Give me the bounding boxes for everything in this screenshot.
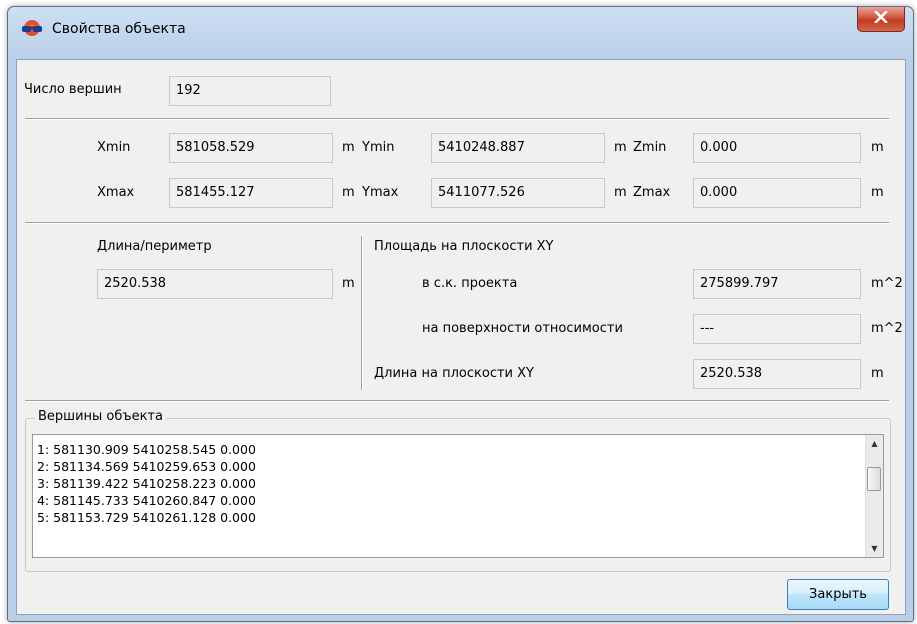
xmax-field[interactable]: 581455.127 (169, 178, 333, 208)
separator-middle (25, 222, 889, 224)
length-unit: m (342, 276, 355, 291)
vertex-count-field[interactable]: 192 (169, 76, 331, 106)
vertex-count-label: Число вершин (24, 82, 122, 97)
zmin-field[interactable]: 0.000 (693, 133, 861, 163)
ymin-unit: m (614, 140, 627, 155)
xmax-label: Xmax (97, 185, 135, 200)
vertices-list-content: 1: 581130.909 5410258.545 0.000 2: 58113… (37, 441, 256, 526)
ymax-field[interactable]: 5411077.526 (431, 178, 605, 208)
globe-glasses-icon (21, 19, 43, 37)
xy-length-field[interactable]: 2520.538 (693, 359, 861, 389)
length-label: Длина/периметр (97, 239, 212, 254)
vertices-list[interactable]: 1: 581130.909 5410258.545 0.000 2: 58113… (32, 434, 884, 558)
xmin-unit: m (342, 140, 355, 155)
scroll-thumb[interactable] (867, 467, 881, 491)
separator-top (25, 118, 889, 120)
ymin-label: Ymin (362, 140, 395, 155)
xmax-unit: m (342, 185, 355, 200)
close-button[interactable]: Закрыть (787, 579, 889, 610)
area-heading: Площадь на плоскости XY (374, 239, 554, 254)
scroll-up-arrow-icon[interactable]: ▲ (866, 435, 883, 452)
separator-vertical (361, 236, 363, 390)
separator-bottom (25, 400, 889, 402)
window-title: Свойства объекта (52, 21, 186, 37)
project-cs-area-field[interactable]: 275899.797 (693, 269, 861, 299)
dialog-body: Число вершин 192 Xmin 581058.529 m Ymin … (16, 59, 906, 615)
list-item: 4: 581145.733 5410260.847 0.000 (37, 493, 256, 508)
ymax-unit: m (614, 185, 627, 200)
vertices-group-title: Вершины объекта (35, 409, 166, 424)
list-item: 3: 581139.422 5410258.223 0.000 (37, 476, 256, 491)
relative-surface-unit: m^2 (871, 321, 903, 336)
vertical-scrollbar[interactable]: ▲ ▼ (865, 435, 883, 557)
zmin-unit: m (871, 140, 884, 155)
xmin-label: Xmin (97, 140, 131, 155)
xy-length-unit: m (871, 366, 884, 381)
project-cs-unit: m^2 (871, 276, 903, 291)
zmax-field[interactable]: 0.000 (693, 178, 861, 208)
zmax-label: Zmax (633, 185, 671, 200)
scroll-down-arrow-icon[interactable]: ▼ (866, 540, 883, 557)
relative-surface-label: на поверхности относимости (422, 321, 623, 336)
project-cs-label: в с.к. проекта (422, 276, 518, 291)
ymin-field[interactable]: 5410248.887 (431, 133, 605, 163)
window-close-button[interactable] (857, 7, 905, 32)
close-x-icon (874, 10, 888, 27)
dialog-window: Свойства объекта Число вершин 192 Xmin 5… (7, 6, 914, 622)
list-item: 5: 581153.729 5410261.128 0.000 (37, 510, 256, 525)
relative-surface-area-field[interactable]: --- (693, 314, 861, 344)
length-field[interactable]: 2520.538 (97, 269, 333, 299)
zmin-label: Zmin (633, 140, 667, 155)
xy-length-label: Длина на плоскости XY (374, 366, 534, 381)
title-bar: Свойства объекта (8, 7, 913, 59)
ymax-label: Ymax (362, 185, 399, 200)
xmin-field[interactable]: 581058.529 (169, 133, 333, 163)
list-item: 1: 581130.909 5410258.545 0.000 (37, 442, 256, 457)
zmax-unit: m (871, 185, 884, 200)
list-item: 2: 581134.569 5410259.653 0.000 (37, 459, 256, 474)
